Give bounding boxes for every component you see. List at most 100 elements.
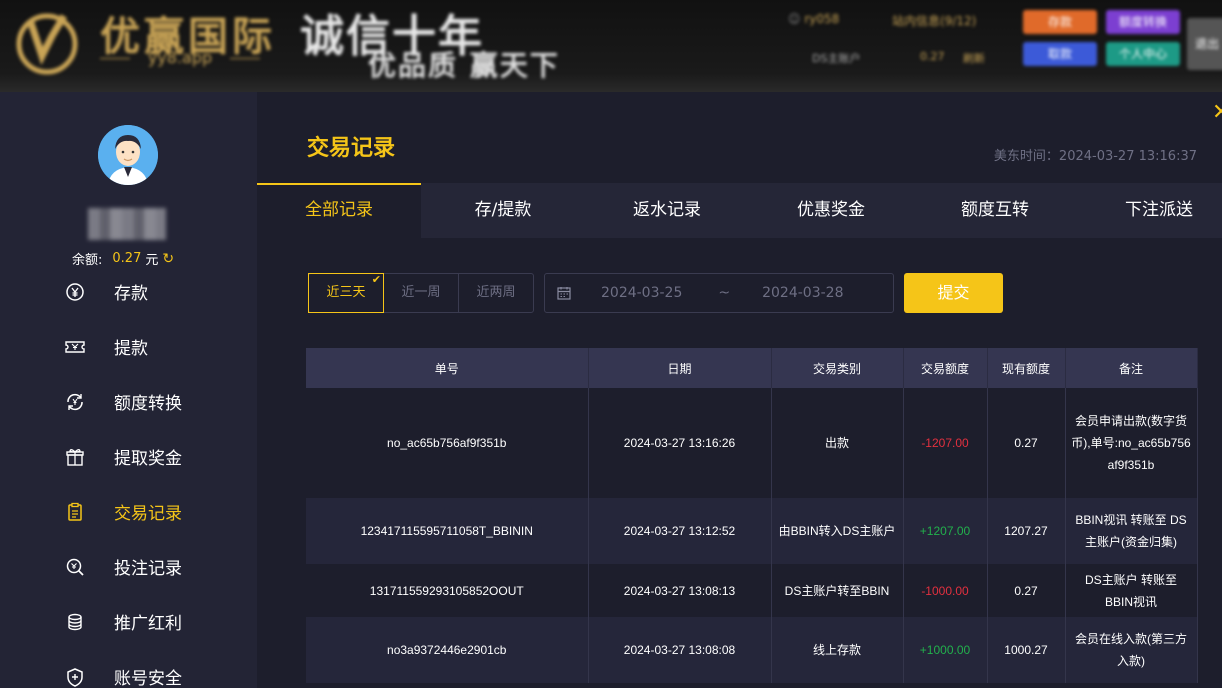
cell-amount: +1000.00 — [903, 617, 988, 683]
cell-type: 线上存款 — [771, 617, 904, 683]
cell-balance: 1207.27 — [987, 498, 1066, 564]
table-header-row: 单号 日期 交易类别 交易额度 现有额度 备注 — [306, 348, 1198, 388]
sidebar: 余额: 0.27 元 ↻ 存款 提款 额度转换 提取奖金 交易记录 投注记录 推… — [0, 92, 257, 688]
cell-amount: +1207.00 — [903, 498, 988, 564]
slogan-sub: 优品质 赢天下 — [368, 49, 560, 82]
coin-stack-icon — [64, 611, 86, 633]
cycle-yuan-icon — [64, 391, 86, 413]
cell-balance: 1000.27 — [987, 617, 1066, 683]
transactions-table: 单号 日期 交易类别 交易额度 现有额度 备注 no_ac65b756af9f3… — [306, 348, 1198, 683]
cell-order-no: 123417115595711058T_BBININ — [306, 498, 589, 564]
table-row[interactable]: 123417115595711058T_BBININ 2024-03-27 13… — [306, 498, 1198, 564]
sidebar-item-label: 账号安全 — [114, 669, 182, 688]
sidebar-item-label: 提取奖金 — [114, 449, 182, 469]
cell-note: 会员申请出款(数字货币),单号:no_ac65b756af9f351b — [1065, 388, 1198, 498]
sidebar-item-referral-bonus[interactable]: 推广红利 — [0, 594, 257, 649]
col-header-note: 备注 — [1065, 348, 1198, 388]
search-doc-icon — [64, 556, 86, 578]
logo-url: yy8.app — [100, 48, 260, 67]
sidebar-item-label: 存款 — [114, 284, 148, 304]
cell-amount: -1000.00 — [903, 564, 988, 617]
cell-date: 2024-03-27 13:12:52 — [588, 498, 772, 564]
cell-date: 2024-03-27 13:08:13 — [588, 564, 772, 617]
site-header: 优赢国际 yy8.app 诚信十年 优品质 赢天下 ☺ ry058 站内信息(9… — [0, 0, 1222, 92]
header-withdraw-button[interactable]: 取款 — [1023, 42, 1097, 66]
start-date-input[interactable]: 2024-03-25 — [601, 285, 682, 301]
shield-icon — [64, 666, 86, 688]
tab-all-records[interactable]: 全部记录 — [257, 183, 421, 238]
header-username[interactable]: ☺ ry058 — [788, 12, 839, 26]
sidebar-item-label: 推广红利 — [114, 614, 182, 634]
main-panel: 交易记录 美东时间：2024-03-27 13:16:37 全部记录 存/提款 … — [257, 92, 1222, 688]
tab-deposit-withdraw[interactable]: 存/提款 — [421, 183, 585, 238]
cell-type: 由BBIN转入DS主账户 — [771, 498, 904, 564]
cell-order-no: no3a9372446e2901cb — [306, 617, 589, 683]
cell-balance: 0.27 — [987, 564, 1066, 617]
table-row[interactable]: no3a9372446e2901cb 2024-03-27 13:08:08 线… — [306, 617, 1198, 683]
avatar-person-icon — [98, 125, 158, 185]
tab-transfer-records[interactable]: 额度互转 — [913, 183, 1077, 238]
header-account-amount: 0.27 — [920, 50, 945, 63]
header-extra-button[interactable]: 退出 — [1187, 18, 1222, 70]
check-icon: ✔ — [371, 273, 381, 286]
sidebar-item-label: 提款 — [114, 339, 148, 359]
chip-last-week[interactable]: 近一周 — [384, 274, 459, 312]
table-row[interactable]: 131711559293105852OOUT 2024-03-27 13:08:… — [306, 564, 1198, 617]
chip-last-two-weeks[interactable]: 近两周 — [459, 274, 533, 312]
cell-balance: 0.27 — [987, 388, 1066, 498]
header-refresh-link[interactable]: 刷新 — [963, 50, 985, 66]
cell-type: 出款 — [771, 388, 904, 498]
header-deposit-button[interactable]: 存款 — [1023, 10, 1097, 34]
sidebar-item-transaction-records[interactable]: 交易记录 — [0, 484, 257, 539]
date-separator: ~ — [718, 285, 731, 301]
page-title: 交易记录 — [307, 136, 396, 161]
header-transfer-button[interactable]: 额度转换 — [1106, 10, 1180, 34]
col-header-amount: 交易额度 — [903, 348, 988, 388]
username-redacted — [88, 208, 166, 240]
clipboard-icon — [64, 501, 86, 523]
end-date-input[interactable]: 2024-03-28 — [762, 285, 843, 301]
tab-promo-bonus[interactable]: 优惠奖金 — [749, 183, 913, 238]
ticket-icon — [64, 336, 86, 358]
cell-note: DS主账户 转账至 BBIN视讯 — [1065, 564, 1198, 617]
col-header-date: 日期 — [588, 348, 772, 388]
col-header-order-no: 单号 — [306, 348, 589, 388]
col-header-type: 交易类别 — [771, 348, 904, 388]
table-row[interactable]: no_ac65b756af9f351b 2024-03-27 13:16:26 … — [306, 388, 1198, 498]
record-tabs: 全部记录 存/提款 返水记录 优惠奖金 额度互转 下注派送 — [257, 183, 1222, 238]
close-icon[interactable]: ✕ — [1212, 100, 1222, 125]
cell-type: DS主账户转至BBIN — [771, 564, 904, 617]
chip-last-3-days[interactable]: 近三天 ✔ — [308, 273, 384, 313]
gift-icon — [64, 446, 86, 468]
cell-date: 2024-03-27 13:08:08 — [588, 617, 772, 683]
sidebar-item-bet-records[interactable]: 投注记录 — [0, 539, 257, 594]
tab-bet-payout[interactable]: 下注派送 — [1077, 183, 1222, 238]
cell-note: BBIN视讯 转账至 DS主账户(资金归集) — [1065, 498, 1198, 564]
yuan-coin-icon — [64, 281, 86, 303]
submit-button[interactable]: 提交 — [904, 273, 1003, 313]
cell-order-no: no_ac65b756af9f351b — [306, 388, 589, 498]
col-header-balance: 现有额度 — [987, 348, 1066, 388]
tab-rebate-records[interactable]: 返水记录 — [585, 183, 749, 238]
sidebar-item-label: 投注记录 — [114, 559, 182, 579]
date-range-picker[interactable]: 2024-03-25 ~ 2024-03-28 — [544, 273, 894, 313]
header-account-label: DS主账户 — [812, 52, 861, 65]
eastern-time-label: 美东时间：2024-03-27 13:16:37 — [993, 149, 1197, 164]
avatar — [98, 125, 158, 185]
sidebar-item-label: 交易记录 — [114, 504, 182, 524]
sidebar-item-deposit[interactable]: 存款 — [0, 264, 257, 319]
sidebar-item-transfer[interactable]: 额度转换 — [0, 374, 257, 429]
sidebar-item-claim-bonus[interactable]: 提取奖金 — [0, 429, 257, 484]
cell-order-no: 131711559293105852OOUT — [306, 564, 589, 617]
logo-emblem-icon — [16, 13, 78, 75]
header-messages[interactable]: 站内信息(9/12) — [892, 12, 976, 29]
sidebar-item-withdraw[interactable]: 提款 — [0, 319, 257, 374]
sidebar-item-account-security[interactable]: 账号安全 — [0, 649, 257, 688]
cell-amount: -1207.00 — [903, 388, 988, 498]
cell-date: 2024-03-27 13:16:26 — [588, 388, 772, 498]
date-quick-filter: 近三天 ✔ 近一周 近两周 — [308, 273, 534, 313]
calendar-icon — [557, 287, 571, 300]
cell-note: 会员在线入款(第三方入款) — [1065, 617, 1198, 683]
sidebar-item-label: 额度转换 — [114, 394, 182, 414]
header-profile-button[interactable]: 个人中心 — [1106, 42, 1180, 66]
